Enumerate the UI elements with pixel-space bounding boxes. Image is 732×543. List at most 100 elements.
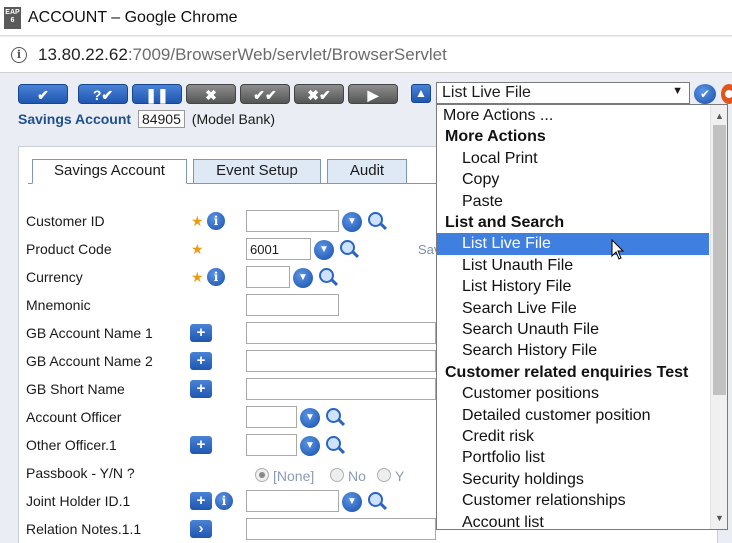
info-icon[interactable]: i [207,212,225,230]
list-item-list-history-file[interactable]: List History File [437,276,709,297]
url-path: :7009/BrowserWeb/servlet/BrowserServlet [127,45,447,64]
joint-holder-label: Joint Holder ID.1 [26,493,131,509]
expand-plus-icon[interactable]: + [190,492,212,510]
url-host: 13.80.22.62 [38,45,128,64]
expand-plus-icon[interactable]: + [190,324,212,342]
search-icon[interactable] [317,267,339,287]
chevron-down-icon[interactable]: ▼ [300,436,320,456]
delete-button[interactable]: ✖ [186,84,236,104]
list-item-local-print[interactable]: Local Print [437,148,709,169]
actions-dropdown-list[interactable]: More Actions ... More Actions Local Prin… [436,104,728,530]
search-icon[interactable] [324,435,346,455]
mnemonic-input[interactable] [246,294,339,316]
chevron-down-icon[interactable]: ▼ [314,240,334,260]
list-item-account-list[interactable]: Account list [437,512,709,529]
app-icon: EAP 6 [4,7,21,29]
url-text[interactable]: 13.80.22.62:7009/BrowserWeb/servlet/Brow… [38,45,447,65]
actions-select[interactable]: List Live File ▼ [436,82,690,104]
gb-short-name-label: GB Short Name [26,381,125,397]
list-item-list-unauth-file[interactable]: List Unauth File [437,255,709,276]
other-officer-input[interactable] [246,434,297,456]
list-item-copy[interactable]: Copy [437,169,709,190]
dropdown-scrollbar[interactable]: ▲ ▼ [710,105,727,529]
scroll-up-arrow-icon[interactable]: ▲ [715,111,724,121]
radio-yes[interactable] [377,468,391,482]
chevron-down-icon[interactable]: ▼ [342,212,362,232]
search-icon[interactable] [324,407,346,427]
tab-savings-account[interactable]: Savings Account [32,159,187,184]
mouse-pointer-icon [611,239,625,260]
go-button[interactable]: ✔ [694,84,716,104]
customer-id-input[interactable] [246,210,339,232]
relation-notes-input[interactable] [246,518,436,540]
window-title: ACCOUNT – Google Chrome [28,9,238,26]
list-item-detailed-customer-position[interactable]: Detailed customer position [437,405,709,426]
chevron-down-icon[interactable]: ▼ [293,268,313,288]
upload-arrow-icon[interactable]: ▲ [411,84,431,103]
record-type-label: Savings Account [18,111,132,127]
hold-button[interactable]: ❚❚ [132,84,182,104]
search-icon[interactable] [366,491,388,511]
gb-account-name-1-input[interactable] [246,322,436,344]
next-button[interactable]: ▶ [348,84,398,104]
product-code-input[interactable]: 6001 [246,238,311,260]
list-item-customer-positions[interactable]: Customer positions [437,383,709,404]
list-item-security-holdings[interactable]: Security holdings [437,469,709,490]
gb-account-name-1-label: GB Account Name 1 [26,325,153,341]
radio-none[interactable] [255,468,269,482]
window-title-bar: EAP 6 ACCOUNT – Google Chrome [0,0,732,36]
list-item-paste[interactable]: Paste [437,191,709,212]
search-icon[interactable] [338,239,360,259]
info-icon[interactable]: i [207,268,225,286]
passbook-label: Passbook - Y/N ? [26,465,135,481]
list-item-customer-relationships[interactable]: Customer relationships [437,490,709,511]
currency-label: Currency [26,269,83,285]
info-icon[interactable]: i [215,492,233,510]
group-customer-enquiries: Customer related enquiries Test [445,363,689,381]
expand-plus-icon[interactable]: + [190,380,212,398]
tab-event-setup[interactable]: Event Setup [193,159,321,184]
expand-plus-icon[interactable]: + [190,436,212,454]
radio-no-label: No [348,468,366,484]
chevron-down-icon[interactable]: ▼ [300,408,320,428]
radio-no[interactable] [330,468,344,482]
scroll-down-arrow-icon[interactable]: ▼ [715,513,724,523]
search-icon[interactable] [366,211,388,231]
list-item-search-unauth-file[interactable]: Search Unauth File [437,319,709,340]
chevron-down-icon[interactable]: ▼ [672,85,683,97]
gb-account-name-2-input[interactable] [246,350,436,372]
group-more-actions: More Actions [445,128,546,146]
list-item-list-live-file[interactable]: List Live File [437,233,709,255]
bank-name: (Model Bank) [191,111,276,127]
expand-plus-icon[interactable]: + [190,352,212,370]
authorise-button[interactable]: ✔✔ [240,84,290,104]
scroll-thumb[interactable] [713,125,726,395]
gb-short-name-input[interactable] [246,378,436,400]
other-officer-label: Other Officer.1 [26,437,117,453]
record-line: Savings Account 84905 (Model Bank) [18,110,275,128]
currency-input[interactable] [246,266,290,288]
gb-account-name-2-label: GB Account Name 2 [26,353,153,369]
tab-audit[interactable]: Audit [327,159,407,184]
required-star-icon: ★ [191,241,204,257]
mnemonic-label: Mnemonic [26,297,91,313]
actions-select-value: List Live File [442,84,531,101]
commit-button[interactable]: ✔ [18,84,68,104]
expand-arrow-icon[interactable]: › [190,520,212,538]
account-officer-input[interactable] [246,406,297,428]
help-lifebuoy-icon[interactable] [721,84,732,104]
radio-none-label: [None] [273,468,315,484]
list-item-credit-risk[interactable]: Credit risk [437,426,709,447]
validate-button[interactable]: ?✔ [78,84,128,104]
reverse-button[interactable]: ✖✔ [294,84,344,104]
address-bar[interactable]: i 13.80.22.62:7009/BrowserWeb/servlet/Br… [0,37,732,73]
record-id: 84905 [137,110,185,128]
joint-holder-input[interactable] [246,490,339,512]
list-item-search-history-file[interactable]: Search History File [437,340,709,361]
list-item-portfolio-list[interactable]: Portfolio list [437,447,709,468]
chevron-down-icon[interactable]: ▼ [342,492,362,512]
list-item-more-actions-ellipsis[interactable]: More Actions ... [437,105,709,126]
list-item-search-live-file[interactable]: Search Live File [437,298,709,319]
customer-id-label: Customer ID [26,213,105,229]
site-info-icon[interactable]: i [11,47,27,63]
